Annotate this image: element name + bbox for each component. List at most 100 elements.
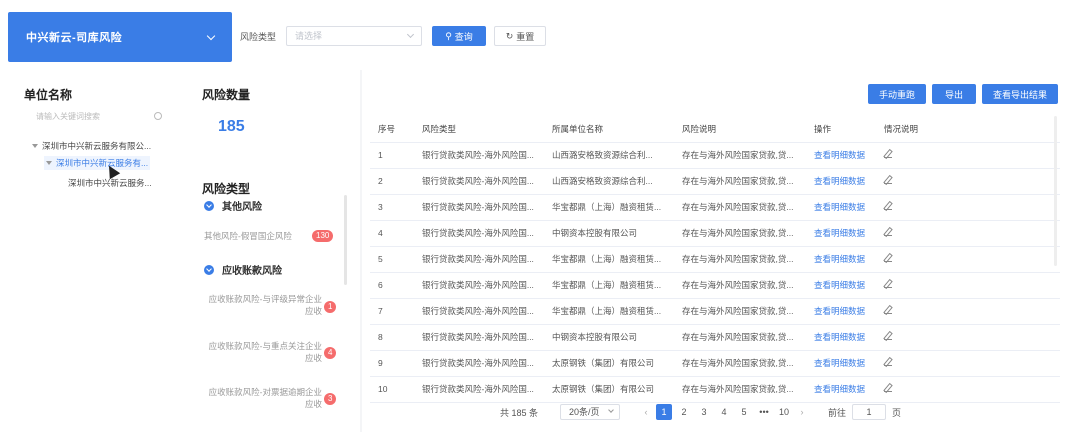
table-cell: 8 [370, 324, 414, 351]
table-cell: 中钢资本控股有限公司 [544, 220, 674, 247]
cell-text: 银行贷款类风险-海外风险国... [422, 202, 534, 212]
page-number[interactable]: 5 [736, 404, 752, 420]
table-cell: 查看明细数据 [806, 142, 876, 169]
view-detail-link[interactable]: 查看明细数据 [814, 176, 865, 186]
search-button[interactable]: ⚲ 查询 [432, 26, 486, 46]
cell-text: 存在与海外风险国家贷款,贷... [682, 254, 794, 264]
view-detail-link[interactable]: 查看明细数据 [814, 384, 865, 394]
category-receivable-risk[interactable]: 应收账款风险 [204, 262, 282, 277]
page-number[interactable]: ••• [756, 404, 772, 420]
search-icon [154, 112, 162, 120]
export-button[interactable]: 导出 [932, 84, 976, 104]
table-cell [876, 376, 1060, 403]
risk-type-select-placeholder: 请选择 [295, 31, 323, 41]
table-cell: 华宝都鼎（上海）融资租赁... [544, 246, 674, 273]
column-header: 序号 [370, 116, 414, 143]
risk-type-scrollbar[interactable] [344, 195, 347, 285]
cell-text: 存在与海外风险国家贷款,贷... [682, 150, 794, 160]
unit-search-input[interactable]: 请输入关键词搜索 [28, 108, 168, 126]
cell-text: 7 [378, 306, 383, 316]
edit-icon[interactable] [884, 306, 892, 314]
page-number[interactable]: 10 [776, 404, 792, 420]
table-row: 7 银行贷款类风险-海外风险国... 华宝都鼎（上海）融资租赁... 存在与海外风险国… [370, 298, 1060, 325]
edit-icon[interactable] [884, 280, 892, 288]
category-label: 应收账款风险 [222, 266, 282, 277]
tree-node-root[interactable]: 深圳市中兴新云服务有限公... [32, 140, 151, 152]
edit-icon[interactable] [884, 254, 892, 262]
risk-count-value: 185 [218, 118, 245, 135]
table-cell: 银行贷款类风险-海外风险国... [414, 142, 544, 169]
table-cell [876, 246, 1060, 273]
tree-node-selected[interactable]: 深圳市中兴新云服务有... [44, 156, 151, 170]
cell-text: 中钢资本控股有限公司 [552, 332, 638, 342]
table-cell [876, 220, 1060, 247]
edit-icon[interactable] [884, 384, 892, 392]
edit-icon[interactable] [884, 228, 892, 236]
risk-subitem[interactable]: 其他风险-假冒国企风险 [204, 230, 314, 242]
table-cell [876, 350, 1060, 377]
cell-text: 4 [378, 228, 383, 238]
page-number[interactable]: 4 [716, 404, 732, 420]
refresh-icon: ↻ [505, 30, 514, 41]
table-cell: 银行贷款类风险-海外风险国... [414, 350, 544, 377]
view-detail-link[interactable]: 查看明细数据 [814, 254, 865, 264]
risk-subitem-label: 应收账款风险-与评级异常企业应收 [208, 294, 322, 316]
org-select-label: 中兴新云-司库风险 [26, 32, 123, 44]
view-detail-link[interactable]: 查看明细数据 [814, 358, 865, 368]
risk-type-select[interactable]: 请选择 [286, 26, 422, 46]
cell-text: 1 [378, 150, 383, 160]
prev-page-button[interactable]: ‹ [638, 407, 654, 417]
goto-page-input[interactable]: 1 [852, 404, 887, 420]
table-cell: 存在与海外风险国家贷款,贷... [674, 194, 806, 221]
risk-subitem[interactable]: 应收账款风险-对票据逾期企业应收 [204, 386, 322, 410]
cell-text: 银行贷款类风险-海外风险国... [422, 384, 534, 394]
page-number[interactable]: 2 [676, 404, 692, 420]
view-detail-link[interactable]: 查看明细数据 [814, 280, 865, 290]
table-cell: 存在与海外风险国家贷款,贷... [674, 272, 806, 299]
unit-panel-title: 单位名称 [24, 88, 73, 102]
collapse-icon [204, 264, 214, 275]
cell-text: 华宝都鼎（上海）融资租赁... [552, 254, 662, 264]
edit-icon[interactable] [884, 150, 892, 158]
column-header: 风险类型 [414, 116, 544, 143]
view-detail-link[interactable]: 查看明细数据 [814, 150, 865, 160]
caret-down-icon [32, 144, 38, 148]
chevron-down-icon [406, 30, 415, 39]
table-cell: 查看明细数据 [806, 350, 876, 377]
org-select[interactable]: 中兴新云-司库风险 [8, 12, 232, 62]
view-detail-link[interactable]: 查看明细数据 [814, 332, 865, 342]
risk-count-title: 风险数量 [202, 88, 251, 102]
risk-subitem[interactable]: 应收账款风险-与评级异常企业应收 [204, 293, 322, 317]
table-scrollbar[interactable] [1054, 116, 1057, 266]
table-cell: 存在与海外风险国家贷款,贷... [674, 298, 806, 325]
table-cell: 银行贷款类风险-海外风险国... [414, 324, 544, 351]
edit-icon[interactable] [884, 358, 892, 366]
risk-type-filter-label: 风险类型 [240, 32, 277, 42]
column-header: 情况说明 [876, 116, 1060, 143]
page-number[interactable]: 3 [696, 404, 712, 420]
edit-icon[interactable] [884, 202, 892, 210]
cell-text: 存在与海外风险国家贷款,贷... [682, 176, 794, 186]
table-cell: 存在与海外风险国家贷款,贷... [674, 220, 806, 247]
edit-icon[interactable] [884, 332, 892, 340]
reset-button-label: 重置 [516, 31, 535, 42]
view-export-result-button[interactable]: 查看导出结果 [982, 84, 1058, 104]
page-number-current[interactable]: 1 [656, 404, 673, 420]
cell-text: 10 [378, 384, 388, 394]
next-page-button[interactable]: › [794, 407, 810, 417]
table-cell: 银行贷款类风险-海外风险国... [414, 246, 544, 273]
cell-text: 银行贷款类风险-海外风险国... [422, 228, 534, 238]
view-detail-link[interactable]: 查看明细数据 [814, 228, 865, 238]
reset-button[interactable]: ↻ 重置 [494, 26, 546, 46]
category-other-risk[interactable]: 其他风险 [204, 198, 262, 213]
page-size-select[interactable]: 20条/页 [560, 404, 621, 420]
table-cell: 太原钢铁（集团）有限公司 [544, 376, 674, 403]
cell-text: 存在与海外风险国家贷款,贷... [682, 202, 794, 212]
cell-text: 华宝都鼎（上海）融资租赁... [552, 202, 662, 212]
table-cell: 山西潞安格致资源综合利... [544, 168, 674, 195]
view-detail-link[interactable]: 查看明细数据 [814, 306, 865, 316]
view-detail-link[interactable]: 查看明细数据 [814, 202, 865, 212]
risk-subitem[interactable]: 应收账款风险-与重点关注企业应收 [204, 340, 322, 364]
manual-rerun-button[interactable]: 手动重跑 [868, 84, 926, 104]
edit-icon[interactable] [884, 176, 892, 184]
